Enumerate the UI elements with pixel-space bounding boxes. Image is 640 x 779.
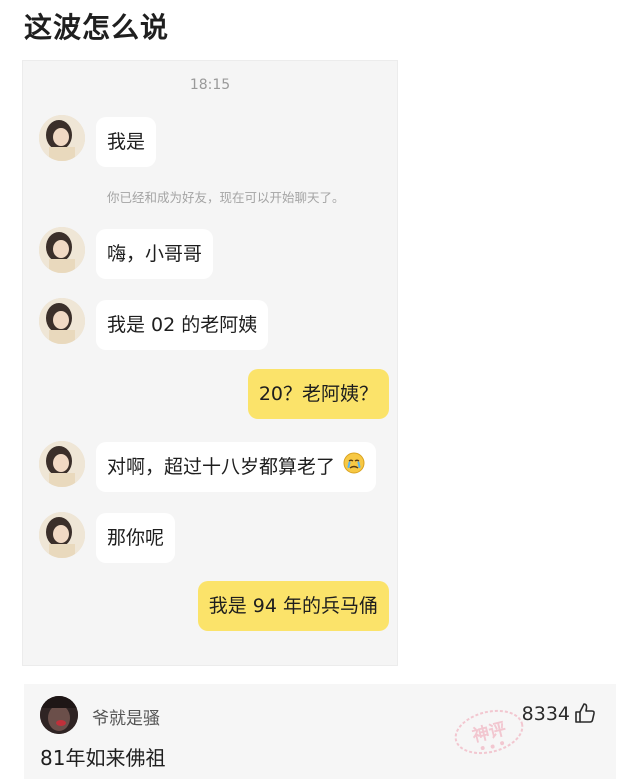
chat-timestamp: 18:15 [189, 77, 231, 93]
message-text: 对啊，超过十八岁都算老了 [107, 456, 336, 478]
avatar-photo-icon [39, 227, 85, 273]
chat-bubble-incoming: 我是 02 的老阿姨 [96, 300, 269, 350]
sender-avatar[interactable] [39, 115, 85, 161]
message-text: 20？老阿姨？ [258, 383, 378, 405]
system-notice: 你已经和成为好友，现在可以开始聊天了。 [107, 190, 345, 205]
hot-comment-stamp-icon: 神评 [444, 704, 534, 764]
comment-card: 爷就是骚 神评 8334 81年如来佛祖 [24, 684, 616, 779]
message-text: 我是 [107, 131, 146, 153]
chat-bubble-incoming: 我是 [96, 117, 157, 167]
sender-avatar[interactable] [39, 227, 85, 273]
chat-bubble-incoming: 嗨，小哥哥 [96, 229, 214, 279]
avatar-photo-icon [39, 441, 85, 487]
commenter-avatar-icon [40, 696, 78, 734]
sender-avatar[interactable] [39, 512, 85, 558]
post-title: 这波怎么说 [24, 11, 170, 44]
like-count: 8334 [521, 703, 570, 725]
avatar-photo-icon [39, 115, 85, 161]
chat-screenshot: 18:15 我是 你已经和成为好友，现在可以开始聊天了。 嗨，小哥哥 我是 02… [22, 60, 398, 666]
commenter-username[interactable]: 爷就是骚 [92, 704, 160, 729]
chat-bubble-outgoing: 20？老阿姨？ [247, 369, 389, 419]
comment-text: 81年如来佛祖 [40, 746, 166, 770]
avatar-photo-icon [39, 512, 85, 558]
message-text: 我是 02 的老阿姨 [107, 314, 258, 336]
message-text: 我是 94 年的兵马俑 [208, 595, 378, 617]
crying-face-icon [343, 443, 365, 493]
post-page: 这波怎么说 18:15 我是 你已经和成为好友，现在可以开始聊天了。 嗨，小哥哥… [0, 0, 640, 779]
chat-bubble-outgoing: 我是 94 年的兵马俑 [197, 581, 389, 631]
sender-avatar[interactable] [39, 298, 85, 344]
message-text: 嗨，小哥哥 [107, 243, 203, 265]
message-text: 那你呢 [107, 527, 165, 549]
sender-avatar[interactable] [39, 441, 85, 487]
chat-bubble-incoming: 那你呢 [96, 513, 176, 563]
thumbs-up-icon[interactable] [574, 702, 596, 728]
commenter-avatar[interactable] [40, 696, 78, 734]
chat-bubble-incoming: 对啊，超过十八岁都算老了 [96, 442, 377, 493]
avatar-photo-icon [39, 298, 85, 344]
